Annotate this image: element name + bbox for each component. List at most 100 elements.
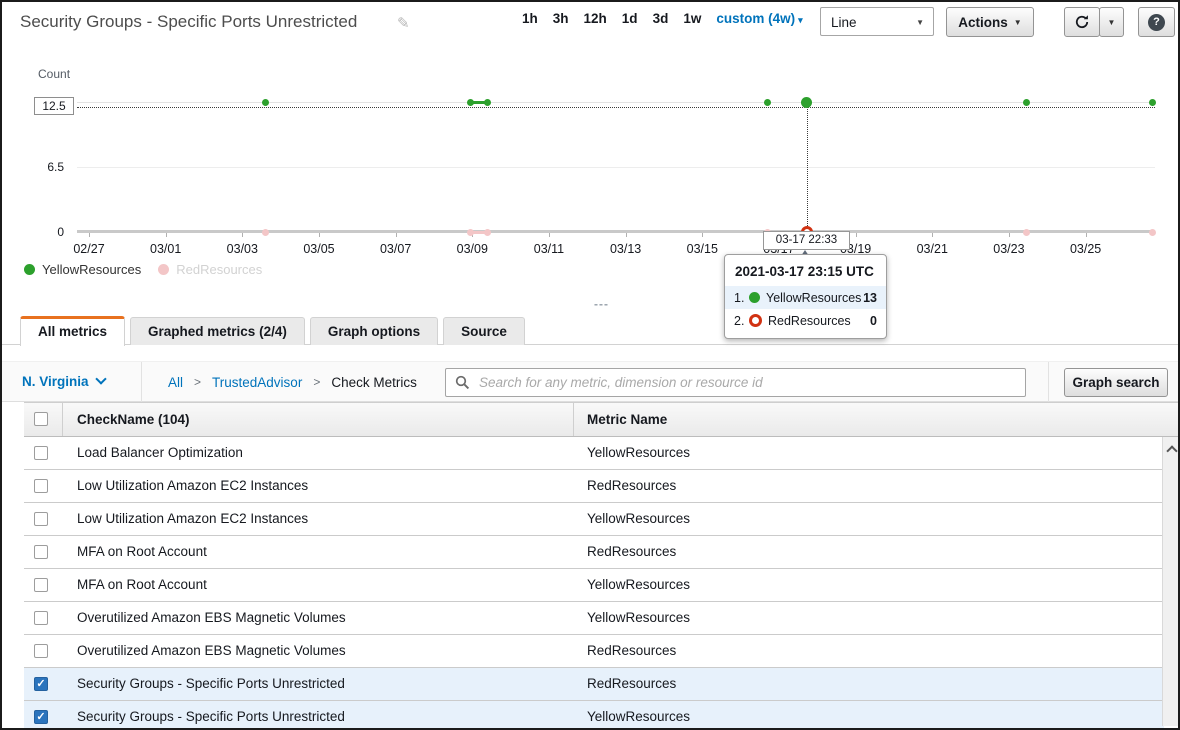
chart-resize-handle[interactable]: ---	[594, 297, 609, 311]
tab-source[interactable]: Source	[443, 317, 525, 345]
gridline	[77, 102, 1155, 103]
checkname-column-header[interactable]: CheckName (104)	[77, 403, 190, 436]
metric-search-box	[445, 368, 1026, 397]
table-row[interactable]: Overutilized Amazon EBS Magnetic Volumes…	[24, 602, 1164, 635]
metric-name-cell: YellowResources	[587, 437, 690, 468]
metric-name-cell: YellowResources	[587, 503, 690, 534]
row-checkbox[interactable]	[34, 578, 48, 592]
column-separator	[573, 403, 574, 436]
row-checkbox[interactable]	[34, 479, 48, 493]
x-tick-label: 03/03	[212, 242, 272, 256]
data-point	[1149, 229, 1156, 236]
series-marker-icon	[749, 314, 762, 327]
x-tick-label: 03/13	[596, 242, 656, 256]
tooltip-series-name: RedResources	[768, 314, 870, 328]
cloudwatch-metrics-panel: Security Groups - Specific Ports Unrestr…	[0, 0, 1180, 730]
hover-crosshair-h	[77, 107, 1155, 108]
data-point	[262, 229, 269, 236]
checkname-cell: Load Balancer Optimization	[77, 437, 243, 468]
metrics-table-body: Load Balancer Optimization YellowResource…	[24, 437, 1164, 730]
breadcrumb-separator-icon: >	[313, 375, 320, 389]
row-checkbox[interactable]: ✓	[34, 677, 48, 691]
table-row[interactable]: ✓Security Groups - Specific Ports Unrest…	[24, 701, 1164, 730]
x-axis-hover-label: 03-17 22:33	[763, 231, 850, 250]
x-tick-label: 03/21	[902, 242, 962, 256]
legend-label: RedResources	[176, 262, 262, 277]
x-tick-label: 03/01	[136, 242, 196, 256]
table-scrollbar[interactable]	[1162, 437, 1180, 726]
tab-all-metrics[interactable]: All metrics	[20, 316, 125, 346]
metric-name-column-header[interactable]: Metric Name	[587, 403, 667, 436]
metric-search-input[interactable]	[477, 374, 1016, 391]
legend-label: YellowResources	[42, 262, 141, 277]
x-tick-label: 03/09	[442, 242, 502, 256]
checkname-cell: MFA on Root Account	[77, 569, 207, 600]
data-point	[467, 229, 474, 236]
row-checkbox[interactable]	[34, 512, 48, 526]
checkname-cell: Low Utilization Amazon EC2 Instances	[77, 470, 308, 501]
checkname-cell: Low Utilization Amazon EC2 Instances	[77, 503, 308, 534]
chevron-up-icon	[1166, 445, 1177, 456]
table-row[interactable]: ✓Security Groups - Specific Ports Unrest…	[24, 668, 1164, 701]
metrics-toolbar: N. Virginia All > TrustedAdvisor > Check Met…	[2, 361, 1178, 402]
table-row[interactable]: MFA on Root Account YellowResources	[24, 569, 1164, 602]
tooltip-row: 1.YellowResources13	[725, 286, 886, 309]
y-axis-hover-value: 12.5	[34, 97, 74, 115]
data-point	[467, 99, 474, 106]
tooltip-rows: 1.YellowResources132.RedResources0	[725, 286, 886, 332]
x-tick-label: 03/07	[366, 242, 426, 256]
metric-name-cell: YellowResources	[587, 602, 690, 633]
data-point	[262, 99, 269, 106]
x-tick-label: 03/25	[1056, 242, 1116, 256]
row-checkbox[interactable]	[34, 611, 48, 625]
table-row[interactable]: Load Balancer Optimization YellowResource…	[24, 437, 1164, 470]
metric-name-cell: RedResources	[587, 668, 676, 699]
data-point	[1023, 229, 1030, 236]
row-checkbox[interactable]: ✓	[34, 710, 48, 724]
legend-dot-icon	[24, 264, 35, 275]
y-tick-label: 0	[36, 225, 64, 239]
data-point	[764, 99, 771, 106]
table-row[interactable]: Low Utilization Amazon EC2 Instances Yell…	[24, 503, 1164, 536]
tab-graph-options[interactable]: Graph options	[310, 317, 438, 345]
table-row[interactable]: MFA on Root Account RedResources	[24, 536, 1164, 569]
line-chart[interactable]: 06.51302/2703/0103/0303/0503/0703/0903/1…	[2, 2, 1178, 362]
legend-dot-icon	[158, 264, 169, 275]
x-tick-label: 03/05	[289, 242, 349, 256]
table-row[interactable]: Low Utilization Amazon EC2 Instances RedR…	[24, 470, 1164, 503]
metric-name-cell: YellowResources	[587, 569, 690, 600]
x-tick-label: 03/11	[519, 242, 579, 256]
metric-name-cell: RedResources	[587, 536, 676, 567]
breadcrumb-all[interactable]: All	[168, 375, 183, 390]
table-row[interactable]: Overutilized Amazon EBS Magnetic Volumes…	[24, 635, 1164, 668]
tab-graphed-metrics-2-4[interactable]: Graphed metrics (2/4)	[130, 317, 305, 345]
chart-legend: YellowResources RedResources	[24, 262, 262, 277]
x-axis-line	[77, 230, 1155, 233]
checkname-cell: MFA on Root Account	[77, 536, 207, 567]
row-checkbox[interactable]	[34, 545, 48, 559]
region-selector[interactable]: N. Virginia	[22, 362, 105, 402]
row-checkbox[interactable]	[34, 644, 48, 658]
breadcrumb-trustedadvisor[interactable]: TrustedAdvisor	[212, 375, 302, 390]
graph-search-button[interactable]: Graph search	[1064, 368, 1168, 397]
data-point	[484, 99, 491, 106]
breadcrumb-separator-icon: >	[194, 375, 201, 389]
checkname-cell: Overutilized Amazon EBS Magnetic Volumes	[77, 602, 346, 633]
column-separator	[62, 403, 63, 436]
breadcrumb-check-metrics: Check Metrics	[331, 375, 417, 390]
data-point	[1149, 99, 1156, 106]
row-checkbox[interactable]	[34, 446, 48, 460]
metric-name-cell: RedResources	[587, 470, 676, 501]
data-point	[1023, 99, 1030, 106]
metric-name-cell: RedResources	[587, 635, 676, 666]
x-tick-label: 02/27	[59, 242, 119, 256]
legend-item-redresources[interactable]: RedResources	[158, 262, 262, 277]
tooltip-row: 2.RedResources0	[725, 309, 886, 332]
legend-item-yellowresources[interactable]: YellowResources	[24, 262, 141, 277]
checkname-cell: Overutilized Amazon EBS Magnetic Volumes	[77, 635, 346, 666]
y-tick-label: 6.5	[36, 160, 64, 174]
tooltip-series-name: YellowResources	[766, 291, 863, 305]
metrics-tabs: All metricsGraphed metrics (2/4)Graph op…	[20, 316, 525, 345]
x-tick-label: 03/23	[979, 242, 1039, 256]
select-all-checkbox[interactable]	[34, 412, 48, 426]
